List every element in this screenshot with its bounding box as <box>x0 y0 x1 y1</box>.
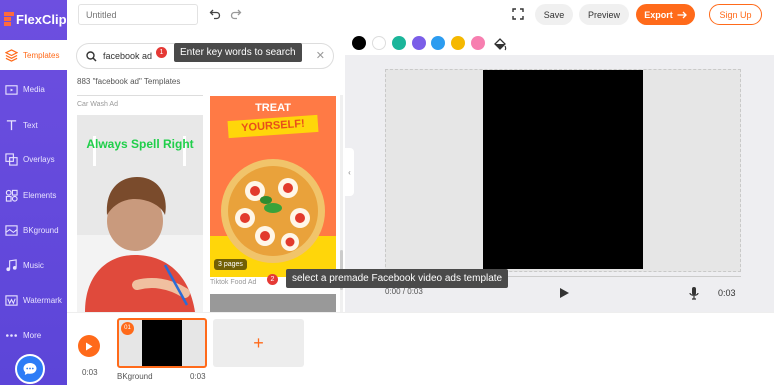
nav-label: Elements <box>23 190 57 200</box>
timeline: 0:03 01 BKground 0:03 + <box>67 312 774 385</box>
video-preview[interactable] <box>483 70 643 269</box>
tooltip-template-hint: select a premade Facebook video ads temp… <box>286 269 509 288</box>
undo-icon[interactable] <box>209 8 221 20</box>
nav-item-more[interactable]: More <box>0 320 67 350</box>
template-thumbnail[interactable]: Always Spell Right <box>77 115 203 312</box>
plus-icon: + <box>253 333 264 353</box>
nav-item-music[interactable]: Music <box>0 250 67 280</box>
timeline-play-button[interactable] <box>78 335 100 357</box>
nav-label: Text <box>23 120 38 130</box>
nav-item-watermark[interactable]: Watermark <box>0 285 67 315</box>
nav-item-text[interactable]: Text <box>0 110 67 140</box>
project-title-input[interactable] <box>78 4 198 25</box>
template-thumbnail[interactable]: TREAT YOURSELF! 3 pages <box>210 96 336 277</box>
app-name: FlexClip <box>16 11 67 27</box>
scene-duration: 0:03 <box>190 372 206 381</box>
color-palette <box>345 30 774 55</box>
signup-button[interactable]: Sign Up <box>709 4 762 25</box>
nav-item-templates[interactable]: Templates <box>0 40 67 70</box>
scene-label: BKground <box>117 372 153 381</box>
pages-badge: 3 pages <box>214 259 247 270</box>
color-swatch-white[interactable] <box>372 36 386 50</box>
step-badge: 2 <box>267 274 278 285</box>
nav-label: Music <box>23 260 44 270</box>
logo-mark-icon <box>4 12 14 26</box>
template-headline-top: TREAT <box>243 101 303 116</box>
music-icon <box>5 258 18 272</box>
play-icon[interactable] <box>559 287 570 299</box>
app-logo[interactable]: FlexClip <box>4 9 67 29</box>
color-swatch-blue[interactable] <box>431 36 445 50</box>
nav-item-elements[interactable]: Elements <box>0 180 67 210</box>
color-swatch-black[interactable] <box>352 36 366 50</box>
folder-icon <box>5 83 18 96</box>
template-category: Tiktok Food Ad <box>210 279 257 286</box>
nav-label: Media <box>23 84 45 94</box>
color-swatch-teal[interactable] <box>392 36 406 50</box>
search-value: facebook ad <box>103 51 153 61</box>
scene-preview <box>142 320 182 366</box>
collapse-panel-button[interactable]: ‹ <box>345 148 354 196</box>
color-swatch-pink[interactable] <box>471 36 485 50</box>
paint-bucket-icon[interactable] <box>493 37 507 51</box>
template-headline: Always Spell Right <box>86 137 194 151</box>
chevron-left-icon: ‹ <box>348 167 351 177</box>
overlays-icon <box>5 152 18 166</box>
color-swatch-yellow[interactable] <box>451 36 465 50</box>
canvas-stage[interactable] <box>385 69 741 272</box>
left-navigation: FlexClip Templates Media Text Overlays E… <box>0 0 67 385</box>
current-time: 0:00 / 0:03 <box>385 287 423 296</box>
nav-label: Watermark <box>23 295 62 305</box>
template-thumbnail[interactable] <box>210 294 336 312</box>
fullscreen-icon[interactable] <box>512 8 524 20</box>
tooltip-search-hint: Enter key words to search <box>174 43 302 62</box>
save-button[interactable]: Save <box>535 4 573 25</box>
nav-label: Overlays <box>23 154 55 164</box>
watermark-icon <box>5 294 18 307</box>
redo-icon[interactable] <box>230 8 242 20</box>
export-button[interactable]: Export <box>636 4 695 25</box>
step-badge: 1 <box>156 47 167 58</box>
nav-item-overlays[interactable]: Overlays <box>0 144 67 174</box>
preview-button[interactable]: Preview <box>579 4 629 25</box>
chat-button[interactable] <box>15 354 45 384</box>
scene-thumbnail[interactable]: 01 <box>117 318 207 368</box>
nav-item-media[interactable]: Media <box>0 74 67 104</box>
close-icon[interactable]: ✕ <box>316 49 325 62</box>
play-icon <box>86 342 93 350</box>
more-icon <box>5 329 18 342</box>
nav-label: BKground <box>23 225 59 235</box>
layers-icon <box>5 48 18 62</box>
color-swatch-purple[interactable] <box>412 36 426 50</box>
nav-item-background[interactable]: BKground <box>0 215 67 245</box>
divider <box>77 95 203 96</box>
export-label: Export <box>644 9 673 20</box>
text-icon <box>5 119 18 132</box>
search-icon <box>86 51 97 62</box>
nav-label: More <box>23 330 42 340</box>
template-category: Car Wash Ad <box>77 101 118 108</box>
chat-bubble-icon <box>23 363 37 375</box>
top-toolbar: Save Preview Export Sign Up <box>67 0 774 30</box>
results-count: 883 "facebook ad" Templates <box>77 77 181 86</box>
elements-icon <box>5 189 18 202</box>
add-scene-button[interactable]: + <box>213 319 304 367</box>
arrow-right-icon <box>677 11 687 18</box>
microphone-icon[interactable] <box>689 286 699 300</box>
scene-number: 01 <box>121 322 134 335</box>
background-icon <box>5 224 18 237</box>
total-time: 0:03 <box>718 288 736 298</box>
timeline-duration: 0:03 <box>82 368 98 377</box>
nav-label: Templates <box>23 50 60 60</box>
